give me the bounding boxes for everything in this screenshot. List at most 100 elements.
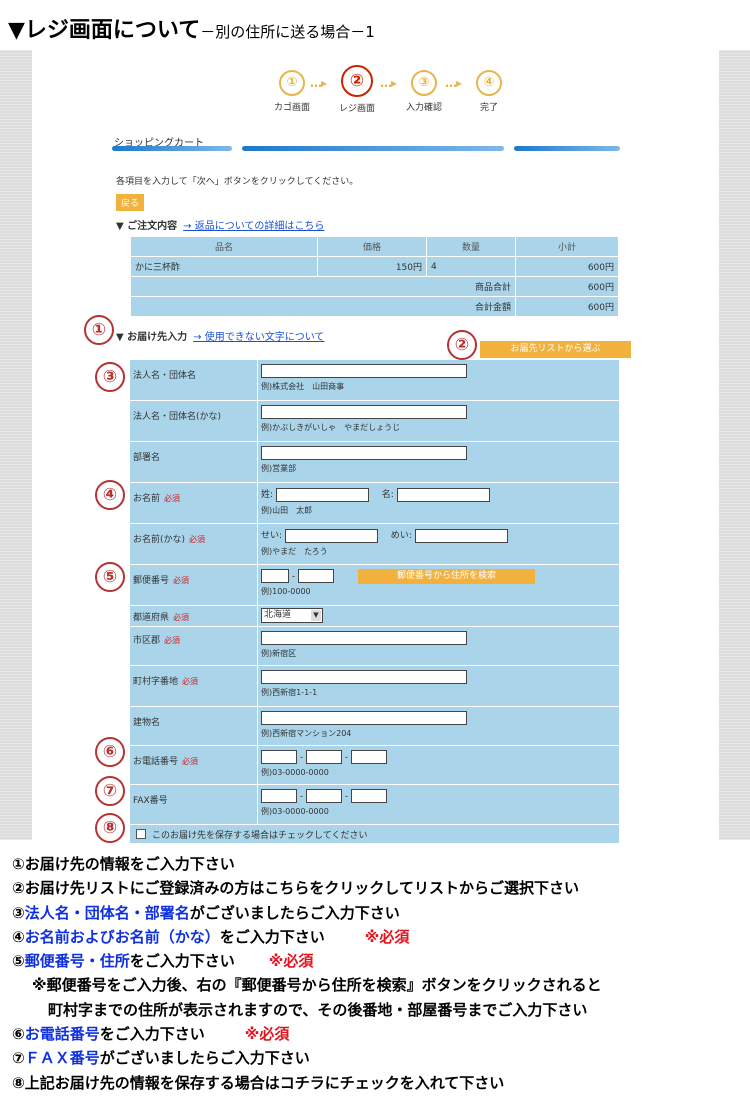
city-label: 市区郡: [133, 636, 161, 646]
required-badge: 必須: [164, 636, 181, 645]
marker-5: ⑤: [95, 562, 125, 592]
fax-area-input[interactable]: [261, 789, 297, 803]
address-list-button[interactable]: お届先リストから選ぶ: [480, 341, 631, 358]
last-name-input[interactable]: [275, 487, 369, 502]
phone-exchange-input[interactable]: [306, 750, 342, 764]
street-input[interactable]: [261, 670, 467, 684]
returns-link[interactable]: → 返品についての詳細はこちら: [183, 221, 324, 232]
required-badge: 必須: [189, 535, 206, 544]
note-7-text: がございましたらご入力下さい: [99, 1049, 310, 1068]
note-1: ①お届け先の情報をご入力下さい: [12, 855, 235, 873]
note-4-required: ※必須: [364, 927, 410, 946]
left-side-pattern: [0, 50, 32, 840]
company-label: 法人名・団体名: [130, 360, 257, 400]
checkout-steps: ① カゴ画面 …▸ ② レジ画面 …▸ ③ 入力確認 …▸ ④ 完了: [262, 65, 522, 115]
company-kana-value: 例)かぶしきがいしゃ やまだしょうじ: [257, 401, 619, 441]
zip-separator: -: [291, 571, 296, 582]
grand-total-label: 合計金額: [131, 297, 515, 316]
note-6-required: ※必須: [244, 1025, 290, 1044]
zip-first-input[interactable]: [261, 569, 289, 583]
first-name-input[interactable]: [396, 487, 490, 502]
col-header-price: 価格: [318, 237, 426, 256]
step-number: ①: [279, 70, 305, 96]
note-3-num: ③: [12, 903, 25, 922]
instruction-notes: ①お届け先の情報をご入力下さい ②お届け先リストにご登録済みの方はこちらをクリッ…: [12, 852, 602, 1095]
department-label: 部署名: [130, 442, 257, 482]
marker-1: ①: [84, 315, 114, 345]
row-company-kana: 法人名・団体名(かな) 例)かぶしきがいしゃ やまだしょうじ: [130, 401, 619, 442]
phone-number-input[interactable]: [351, 750, 387, 764]
prefecture-value: 北海道 ▼: [257, 606, 619, 626]
note-5-num: ⑤: [12, 952, 25, 971]
required-badge: 必須: [173, 613, 190, 622]
step-label: レジ画面: [338, 104, 375, 114]
note-6: ⑥お電話番号をご入力下さい ※必須: [12, 1022, 602, 1046]
note-6-highlight: お電話番号: [24, 1025, 100, 1044]
item-qty: 4: [427, 257, 515, 276]
zip-example: 例)100-0000: [261, 587, 311, 596]
phone-area-input[interactable]: [261, 750, 297, 764]
fax-exchange-input[interactable]: [306, 789, 342, 803]
save-address-checkbox[interactable]: [136, 829, 146, 839]
name-value: 姓: 名: 例)山田 太郎: [257, 483, 619, 523]
company-kana-input[interactable]: [261, 405, 467, 419]
mei-kana-label: めい:: [390, 531, 412, 541]
fax-number-input[interactable]: [351, 789, 387, 803]
step-register: ② レジ画面: [327, 65, 387, 114]
company-kana-label: 法人名・団体名(かな): [130, 401, 257, 441]
prefecture-selected: 北海道: [264, 610, 292, 620]
note-7: ⑦ＦＡＸ番号がございましたらご入力下さい: [12, 1046, 602, 1070]
company-kana-example: 例)かぶしきがいしゃ やまだしょうじ: [261, 423, 401, 432]
back-button[interactable]: 戻る: [116, 194, 145, 211]
marker-2: ②: [447, 330, 477, 360]
note-5-highlight: 郵便番号・住所: [24, 952, 130, 971]
name-label-cell: お名前 必須: [130, 483, 257, 523]
phone-value: - - 例)03-0000-0000: [257, 746, 619, 784]
note-6-num: ⑥: [12, 1025, 25, 1044]
item-name: かに三杯酢: [131, 257, 317, 276]
row-department: 部署名 例)営業部: [130, 442, 619, 483]
note-3-highlight: 法人名・団体名・部署名: [24, 903, 190, 922]
note-5: ⑤郵便番号・住所をご入力下さい ※必須: [12, 949, 602, 973]
heading-subtitle: －別の住所に送る場合－1: [200, 23, 375, 41]
instruction-text: 各項目を入力して「次へ」ボタンをクリックしてください。: [116, 177, 359, 187]
fax-example: 例)03-0000-0000: [261, 807, 329, 816]
grand-total-row: 合計金額 600円: [131, 297, 618, 316]
note-4: ④お名前およびお名前（かな）をご入力下さい ※必須: [12, 925, 602, 949]
step-number: ③: [411, 70, 437, 96]
sei-label: 姓:: [261, 490, 274, 500]
phone-separator: -: [344, 752, 349, 763]
product-total-row: 商品合計 600円: [131, 277, 618, 296]
zip-label-cell: 郵便番号 必須: [130, 565, 257, 605]
first-name-kana-input[interactable]: [414, 528, 508, 543]
last-name-kana-input[interactable]: [284, 528, 378, 543]
row-name: お名前 必須 姓: 名: 例)山田 太郎: [130, 483, 619, 524]
street-label-cell: 町村字番地 必須: [130, 666, 257, 706]
invalid-chars-link[interactable]: → 使用できない文字について: [193, 332, 324, 343]
zip-label: 郵便番号: [133, 576, 170, 586]
row-phone: お電話番号 必須 - - 例)03-0000-0000: [130, 746, 619, 785]
zip-second-input[interactable]: [298, 569, 334, 583]
name-example: 例)山田 太郎: [261, 505, 313, 515]
row-name-kana: お名前(かな) 必須 せい: めい: 例)やまだ たろう: [130, 524, 619, 565]
building-input[interactable]: [261, 711, 467, 725]
marker-6: ⑥: [95, 737, 125, 767]
save-address-row: このお届け先を保存する場合はチェックしてください: [130, 825, 619, 843]
row-street: 町村字番地 必須 例)西新宿1-1-1: [130, 666, 619, 707]
col-header-subtotal: 小計: [516, 237, 618, 256]
prefecture-label: 都道府県: [133, 613, 170, 623]
note-5-sub-1: ※郵便番号をご入力後、右の『郵便番号から住所を検索』ボタンをクリックされると: [32, 976, 602, 995]
col-header-name: 品名: [131, 237, 317, 256]
step-label: カゴ画面: [273, 103, 310, 113]
marker-7: ⑦: [95, 776, 125, 806]
fax-label: FAX番号: [130, 785, 257, 824]
prefecture-select[interactable]: 北海道 ▼: [261, 608, 323, 623]
city-input[interactable]: [261, 631, 467, 645]
zip-search-button[interactable]: 郵便番号から住所を検索: [358, 569, 535, 584]
building-example: 例)西新宿マンション204: [261, 729, 352, 738]
delivery-section-title: ▼ お届け先入力: [116, 332, 188, 343]
department-input[interactable]: [261, 446, 467, 460]
cart-bar-stroke: [242, 146, 504, 151]
company-input[interactable]: [261, 364, 467, 378]
note-8: ⑧上記お届け先の情報を保存する場合はコチラにチェックを入れて下さい: [12, 1073, 505, 1092]
